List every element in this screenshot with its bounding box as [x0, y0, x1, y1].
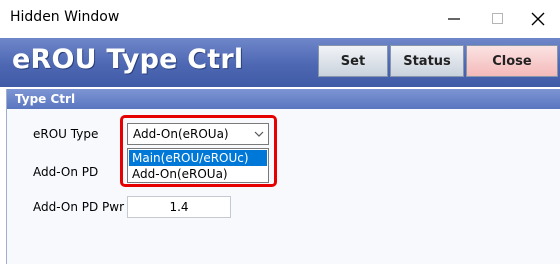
minimize-button[interactable] [432, 0, 476, 38]
minimize-icon [448, 18, 460, 20]
app-header: eROU Type Ctrl Set Status Close [0, 38, 560, 87]
set-button[interactable]: Set [318, 45, 388, 77]
window-title: Hidden Window [10, 9, 120, 25]
close-icon [531, 12, 545, 26]
close-button[interactable]: Close [466, 45, 558, 77]
window-close-button[interactable] [516, 0, 560, 38]
maximize-icon [492, 13, 503, 24]
app-title: eROU Type Ctrl [12, 44, 244, 75]
addon-pd-pwr-input[interactable]: 1.4 [127, 196, 231, 218]
status-button[interactable]: Status [390, 45, 464, 77]
addon-pd-pwr-label: Add-On PD Pwr [33, 200, 125, 214]
panel-title: Type Ctrl [7, 89, 560, 109]
addon-pd-label: Add-On PD [33, 165, 99, 179]
maximize-button[interactable] [476, 0, 520, 38]
erou-type-label: eROU Type [33, 127, 99, 141]
highlight-box [120, 115, 277, 187]
window-titlebar: Hidden Window [0, 0, 560, 38]
